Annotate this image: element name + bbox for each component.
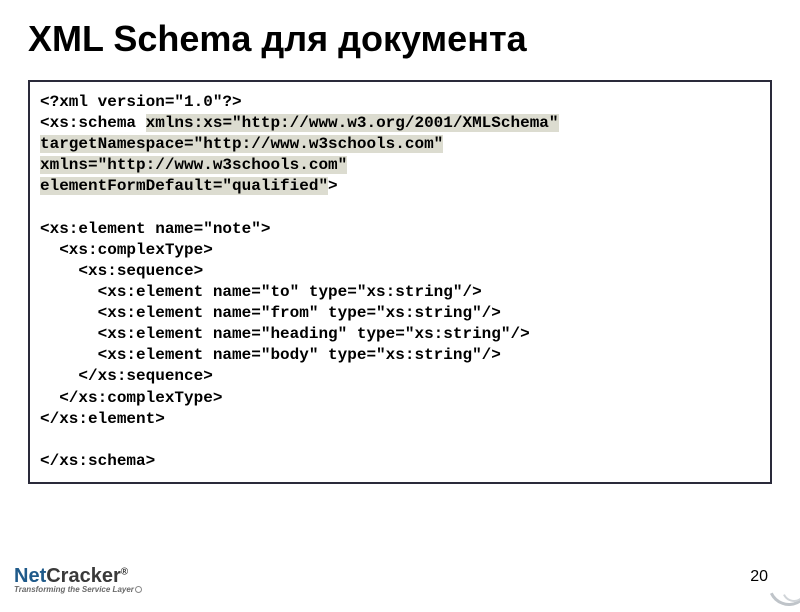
logo-word-b: Cracker: [46, 565, 121, 587]
brand-logo: NetCracker® Transforming the Service Lay…: [14, 566, 142, 594]
footer: NetCracker® Transforming the Service Lay…: [0, 540, 800, 600]
logo-word-a: Net: [14, 565, 46, 587]
logo-ring-icon: [135, 586, 142, 593]
slide-title: XML Schema для документа: [0, 0, 800, 70]
code-content: <?xml version="1.0"?> <xs:schema xmlns:x…: [40, 92, 760, 472]
logo-tagline: Transforming the Service Layer: [14, 585, 134, 594]
code-block: <?xml version="1.0"?> <xs:schema xmlns:x…: [28, 80, 772, 484]
logo-registered: ®: [121, 566, 128, 577]
page-number: 20: [750, 568, 768, 586]
